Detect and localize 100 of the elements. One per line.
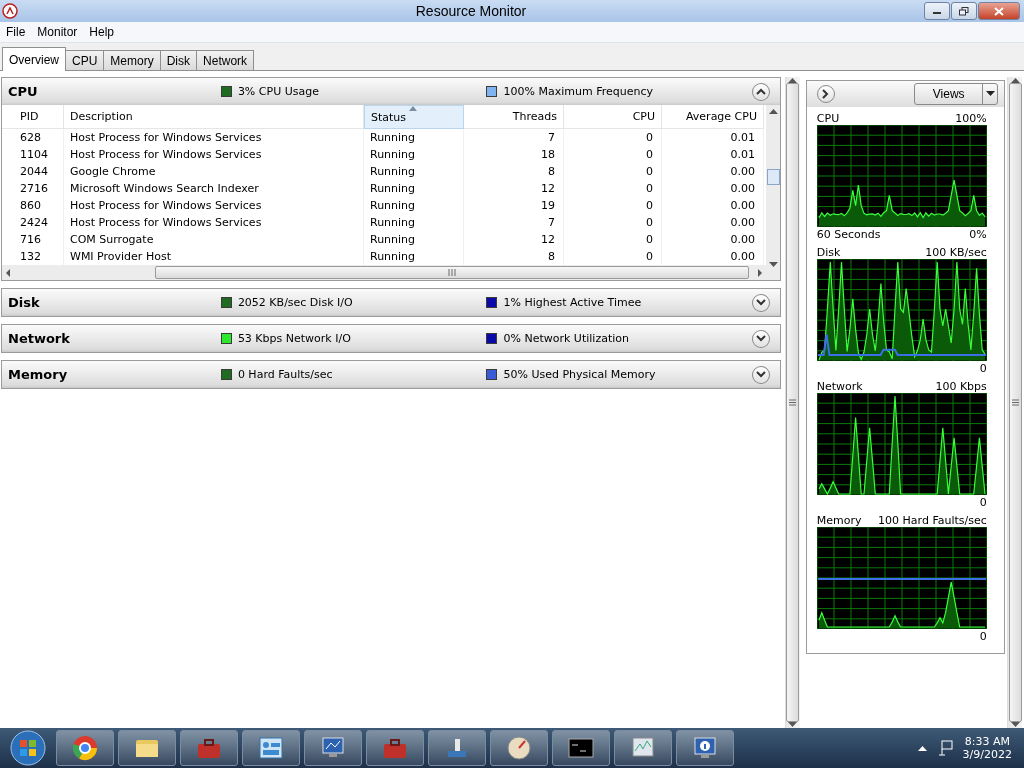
table-cell: Google Chrome [64, 163, 364, 180]
scroll-thumb[interactable] [766, 169, 780, 185]
minimize-button[interactable] [924, 2, 950, 20]
taskbar-button[interactable] [180, 730, 238, 766]
column-header[interactable]: CPU [564, 105, 662, 129]
taskbar-button[interactable] [428, 730, 486, 766]
graph-title: Disk [816, 245, 841, 259]
clock-date[interactable]: 3/9/2022 [962, 748, 1012, 761]
tab[interactable]: Memory [103, 50, 161, 70]
table-cell: Running [364, 129, 464, 146]
table-cell: 0.00 [662, 180, 764, 197]
stat-label: 3% CPU Usage [237, 85, 319, 98]
section-header[interactable]: Disk 2052 KB/sec Disk I/O 1% Highest Active Timee [2, 289, 780, 316]
graph-min-label: 0% [969, 227, 987, 241]
taskbar-button[interactable] [56, 730, 114, 766]
column-header[interactable]: PID [2, 105, 64, 129]
tab[interactable]: Overview [2, 47, 66, 71]
taskbar-button[interactable] [614, 730, 672, 766]
table-cell: 2044 [2, 163, 64, 180]
column-header[interactable]: Description [64, 105, 364, 129]
tab[interactable]: CPU [65, 50, 105, 70]
show-hidden-icons-icon[interactable] [917, 745, 927, 751]
table-cell: 0.00 [662, 231, 764, 248]
graph-max-label: 100% [955, 111, 987, 125]
scroll-down-icon[interactable] [768, 262, 778, 268]
taskbar-button[interactable] [490, 730, 548, 766]
table-cell: Running [364, 197, 464, 214]
stat-label: 50% Used Physical Memory [503, 368, 656, 381]
window-icon [258, 735, 284, 761]
table-cell: Host Process for Windows Services [64, 214, 364, 231]
section-title: Network [7, 331, 71, 346]
sort-arrow-icon [409, 106, 417, 111]
taskbar-button[interactable] [118, 730, 176, 766]
chevron-down-icon [756, 335, 767, 342]
info-icon [692, 735, 718, 761]
taskbar-button[interactable] [676, 730, 734, 766]
taskbar-button[interactable] [242, 730, 300, 766]
section-header[interactable]: Memory 0 Hard Faults/sec 50% Used Physical Memory [2, 361, 780, 388]
table-cell: Host Process for Windows Services [64, 197, 364, 214]
stat-label: 2052 KB/sec Disk I/O [237, 296, 353, 309]
taskbar-button[interactable] [304, 730, 362, 766]
table-cell: 0 [564, 214, 662, 231]
table-cell: 0 [564, 231, 662, 248]
menu-item[interactable]: Monitor [31, 25, 84, 39]
horizontal-scrollbar[interactable] [2, 265, 766, 280]
graph-max-label: 100 KB/sec [925, 245, 987, 259]
chevron-down-icon [756, 371, 767, 378]
app-icon [2, 3, 18, 19]
stat-label: 1% Highest Active Timee [503, 296, 642, 309]
menu-item[interactable]: Help [83, 25, 121, 39]
table-cell: Running [364, 214, 464, 231]
table-cell: Microsoft Windows Search Indexer [64, 180, 364, 197]
chevron-down-icon [756, 299, 767, 306]
graph-min-label: 0 [979, 629, 987, 643]
graph-title: CPU [816, 111, 840, 125]
vertical-scrollbar[interactable] [766, 105, 780, 280]
collapse-button[interactable] [752, 82, 770, 101]
column-header[interactable]: Status [364, 105, 464, 129]
table-cell: 8 [464, 163, 564, 180]
views-button[interactable]: Views [914, 83, 999, 105]
restore-button[interactable] [951, 2, 977, 20]
column-header[interactable]: Average CPU [662, 105, 764, 129]
circle-icon [72, 735, 98, 761]
section-header[interactable]: Network 53 Kbps Network I/O 0% Network Utilization [2, 325, 780, 352]
restore-icon [959, 6, 969, 16]
close-button[interactable] [978, 2, 1020, 20]
table-cell: 0 [564, 197, 662, 214]
section-title: Disk [7, 295, 41, 310]
terminal-icon [568, 735, 594, 761]
table-cell: 1104 [2, 146, 64, 163]
taskbar-button[interactable] [552, 730, 610, 766]
expand-button[interactable] [752, 365, 770, 384]
chevron-right-icon [822, 89, 830, 99]
column-header[interactable]: Threads [464, 105, 564, 129]
dropdown-arrow-icon [985, 91, 995, 97]
scroll-up-icon[interactable] [768, 108, 778, 114]
menu-item[interactable]: File [0, 25, 32, 39]
graph-title: Network [816, 379, 863, 393]
section-header[interactable]: CPU 3% CPU Usage 100% Maximum Frequency [2, 78, 780, 105]
table-cell: 7 [464, 129, 564, 146]
table-cell: 716 [2, 231, 64, 248]
taskbar-button[interactable] [366, 730, 424, 766]
table-cell: Host Process for Windows Services [64, 129, 364, 146]
expand-button[interactable] [816, 85, 835, 103]
table-cell: Host Process for Windows Services [64, 146, 364, 163]
clock-time[interactable]: 8:33 AM [964, 735, 1010, 748]
scroll-right-icon[interactable] [757, 268, 763, 277]
table-cell: COM Surrogate [64, 231, 364, 248]
tab[interactable]: Network [196, 50, 255, 70]
table-cell: 628 [2, 129, 64, 146]
tab[interactable]: Disk [159, 50, 198, 70]
chevron-up-icon [756, 88, 767, 95]
section-title: Memory [7, 367, 69, 382]
table-cell: Running [364, 231, 464, 248]
table-cell: 860 [2, 197, 64, 214]
expand-button[interactable] [752, 293, 770, 312]
expand-button[interactable] [752, 329, 770, 348]
scroll-left-icon[interactable] [5, 268, 11, 277]
table-cell: 0 [564, 180, 662, 197]
scroll-thumb[interactable] [155, 266, 749, 279]
